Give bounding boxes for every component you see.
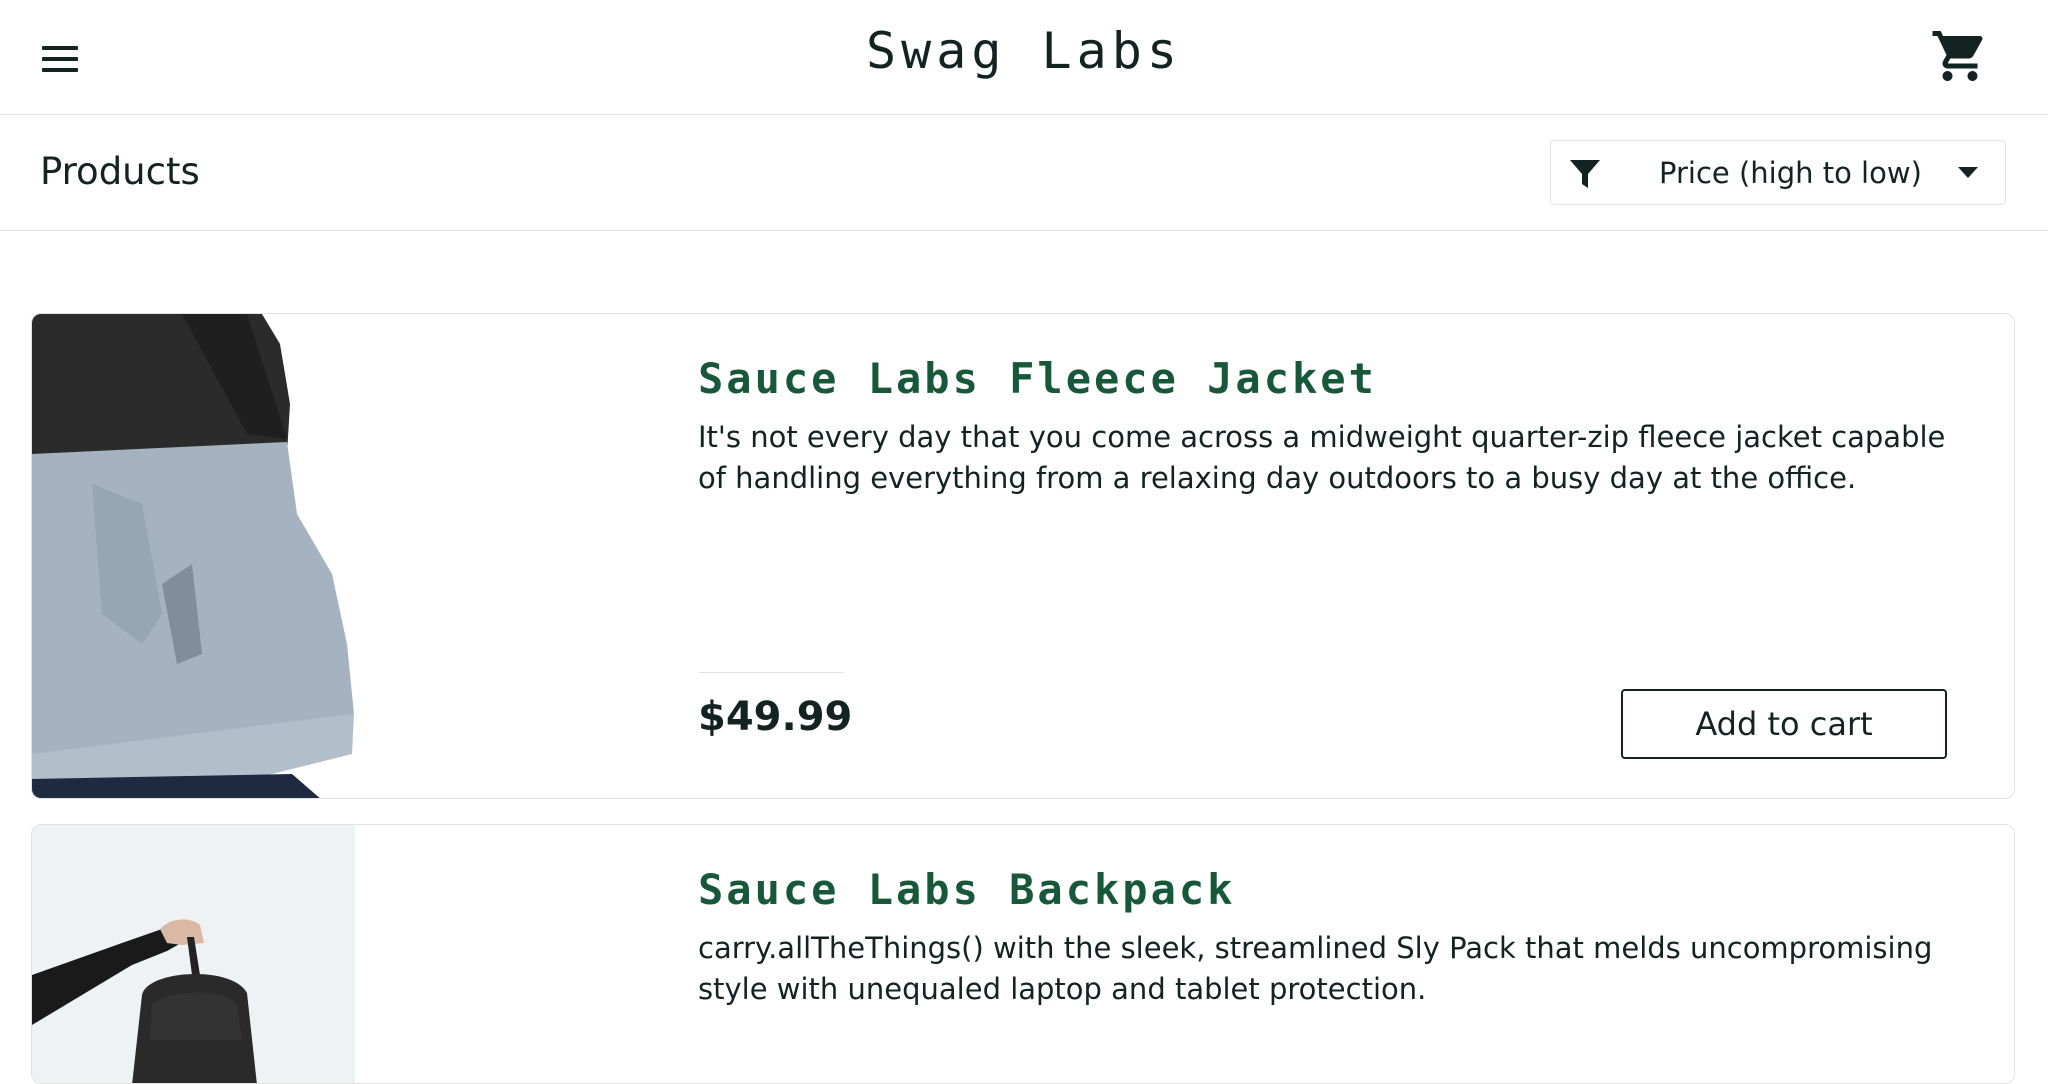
inventory-item: Sauce Labs Backpack carry.allTheThings()…	[31, 824, 2015, 1084]
fleece-jacket-image	[32, 314, 355, 798]
secondary-header: Products Price (high to low)	[0, 116, 2048, 231]
caret-down-icon	[1958, 167, 1978, 178]
filter-icon	[1570, 160, 1600, 188]
backpack-image	[32, 825, 355, 1083]
item-price: $49.99	[698, 694, 853, 740]
item-image-fleece-jacket[interactable]	[32, 314, 355, 798]
product-sort-select[interactable]: Price (high to low)	[1550, 140, 2006, 205]
price-divider	[698, 672, 844, 673]
item-name-link[interactable]: Sauce Labs Backpack	[698, 865, 1235, 914]
item-name-link[interactable]: Sauce Labs Fleece Jacket	[698, 354, 1377, 403]
item-image-backpack[interactable]	[32, 825, 355, 1083]
item-description: carry.allTheThings() with the sleek, str…	[698, 931, 1933, 1006]
shopping-cart-icon	[1932, 31, 1983, 81]
primary-header: Swag Labs	[0, 0, 2048, 115]
page-title: Products	[40, 150, 200, 193]
item-description: It's not every day that you come across …	[698, 420, 1946, 495]
shopping-cart-link[interactable]	[1930, 26, 1990, 86]
add-to-cart-button[interactable]: Add to cart	[1621, 689, 1947, 759]
inventory-item: Sauce Labs Fleece Jacket It's not every …	[31, 313, 2015, 799]
sort-selected-value: Price (high to low)	[1659, 156, 1922, 190]
app-logo: Swag Labs	[866, 22, 1182, 80]
